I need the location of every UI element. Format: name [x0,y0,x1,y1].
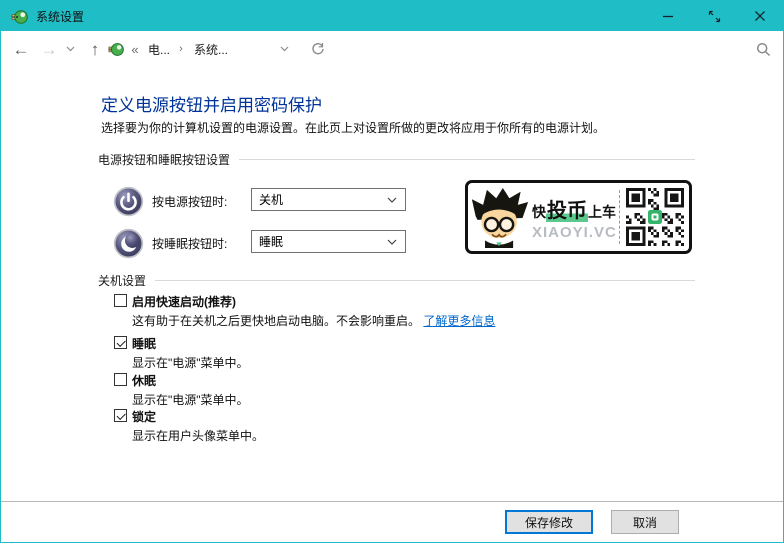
sleep-action-combobox[interactable]: 睡眠 [251,230,406,253]
breadcrumb-item-power[interactable]: 电... [144,31,174,67]
checkbox-label[interactable]: 启用快速启动(推荐) [132,293,236,310]
breadcrumb-separator-icon: › [179,43,183,55]
checkbox-fast-startup[interactable] [114,294,127,307]
chevron-down-icon [387,197,397,203]
section-divider [239,159,695,160]
history-dropdown-icon[interactable] [61,31,79,67]
back-button[interactable]: ← [9,31,33,67]
navigation-bar: ← → ↑ « 电... › 系统... [1,31,783,67]
checkbox-description: 这有助于在关机之后更快地启动电脑。不会影响重启。 了解更多信息 [132,314,496,328]
minimize-button[interactable] [645,1,691,31]
sleep-button-label: 按睡眠按钮时: [152,237,228,251]
forward-button[interactable]: → [37,31,61,67]
section-shutdown: 关机设置 [98,272,695,289]
breadcrumb-item-system[interactable]: 系统... [189,31,233,67]
cancel-button[interactable]: 取消 [611,510,679,534]
watermark-divider [618,190,620,244]
sleep-button-icon [113,228,144,259]
learn-more-link[interactable]: 了解更多信息 [423,314,495,328]
section-power-buttons: 电源按钮和睡眠按钮设置 [98,151,695,168]
checkbox-label[interactable]: 锁定 [132,408,156,425]
page-title: 定义电源按钮并启用密码保护 [101,96,322,115]
mascot-illustration [471,187,529,248]
checkbox-lock[interactable] [114,409,127,422]
checkbox-label[interactable]: 睡眠 [132,335,156,352]
watermark-site: XIAOYI.VC [532,223,617,241]
watermark-text: 快投币上车 XIAOYI.VC [530,194,617,241]
power-button-label: 按电源按钮时: [152,195,228,209]
breadcrumb-dropdown-icon[interactable] [275,31,293,67]
power-action-combobox[interactable]: 关机 [251,188,406,211]
app-icon [11,9,28,24]
page-subtitle: 选择要为你的计算机设置的电源设置。在此页上对设置所做的更改将应用于你所有的电源计… [101,121,606,135]
breadcrumb-overflow[interactable]: « [128,31,142,67]
close-button[interactable] [737,1,783,31]
checkbox-description: 显示在"电源"菜单中。 [132,393,249,407]
search-icon[interactable] [749,31,777,67]
up-button[interactable]: ↑ [83,31,107,67]
watermark-slogan-em: 投币 [546,199,588,222]
combobox-value: 关机 [259,193,284,207]
resize-button[interactable] [691,1,737,31]
checkbox-hibernate[interactable] [114,373,127,386]
checkbox-description: 显示在"电源"菜单中。 [132,356,249,370]
section-title: 电源按钮和睡眠按钮设置 [98,153,231,167]
checkbox-sleep[interactable] [114,336,127,349]
window-title: 系统设置 [36,9,85,24]
checkbox-description: 显示在用户头像菜单中。 [132,429,265,443]
combobox-value: 睡眠 [259,235,284,249]
checkbox-label[interactable]: 休眠 [132,372,156,389]
footer-divider [1,501,783,502]
save-button[interactable]: 保存修改 [505,510,593,534]
power-button-icon [113,186,144,217]
section-divider [155,280,695,281]
qr-code [625,188,684,246]
watermark-slogan-pre: 快 [532,203,546,220]
refresh-button[interactable] [307,31,329,67]
titlebar[interactable]: 系统设置 [1,1,783,31]
system-settings-window: 系统设置 ← → ↑ « 电... › 系统... 定义电源按钮并启用密码保护 … [0,0,784,543]
section-title: 关机设置 [98,274,147,288]
watermark-slogan-post: 上车 [588,203,616,220]
address-icon [107,31,125,67]
watermark-banner: 快投币上车 XIAOYI.VC [465,180,692,254]
chevron-down-icon [387,239,397,245]
